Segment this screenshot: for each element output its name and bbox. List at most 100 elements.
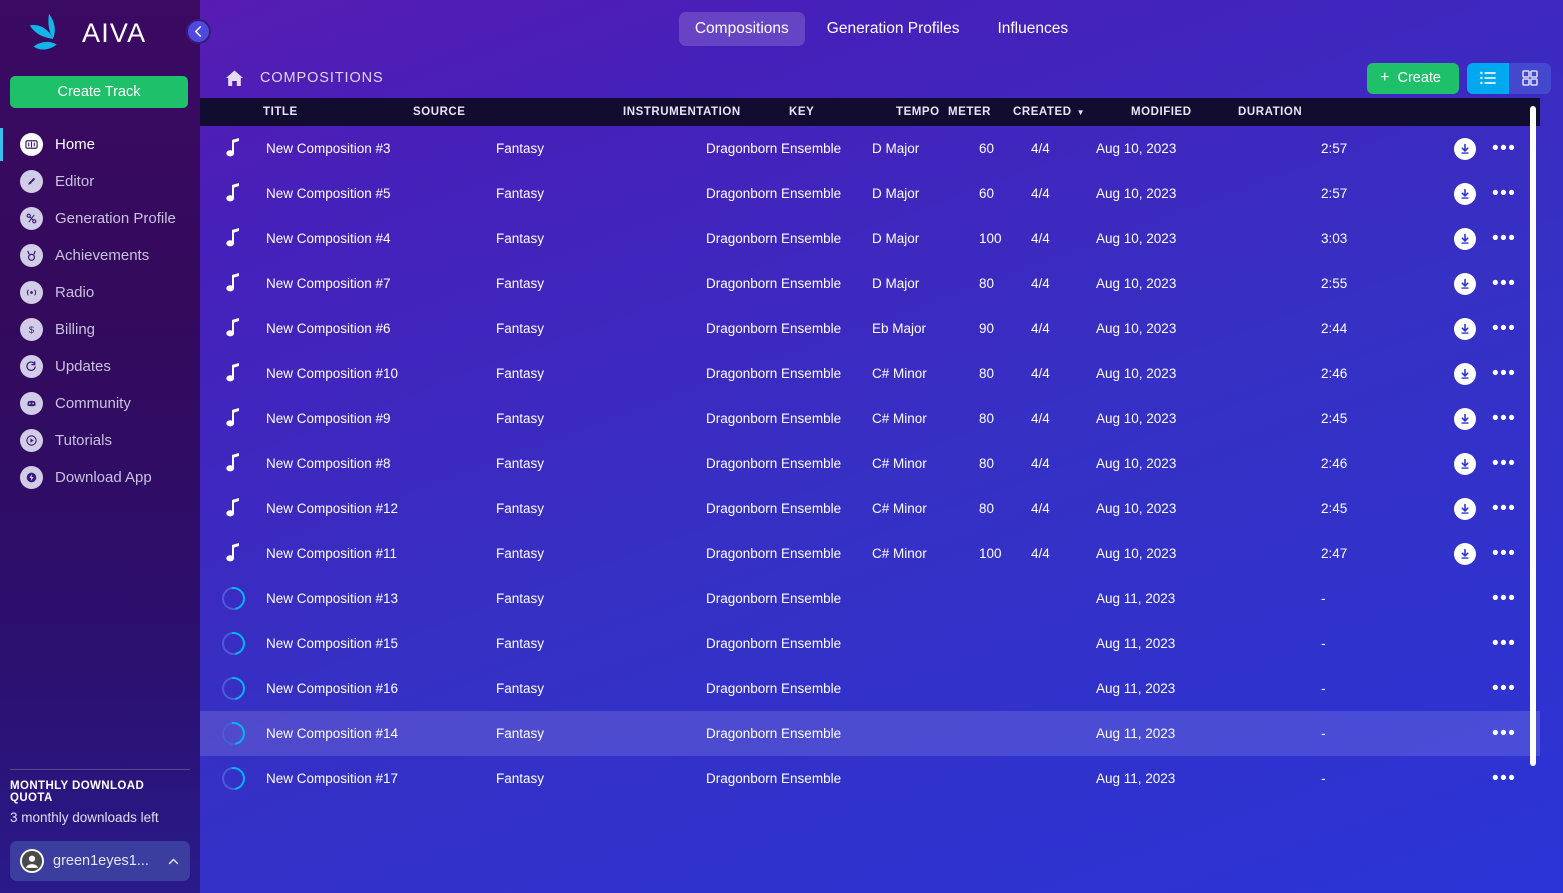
table-row[interactable]: New Composition #16 Fantasy Dragonborn Ens…: [200, 666, 1540, 711]
list-view-icon[interactable]: [1467, 62, 1509, 94]
row-actions: •••: [1451, 137, 1540, 160]
download-button[interactable]: [1454, 182, 1476, 205]
table-row[interactable]: New Composition #5 Fantasy Dragonborn Ense…: [200, 171, 1540, 216]
col-header-key[interactable]: KEY: [789, 106, 896, 118]
col-header-meter[interactable]: METER: [948, 106, 1013, 118]
table-row[interactable]: New Composition #8 Fantasy Dragonborn Ense…: [200, 441, 1540, 486]
table-row[interactable]: New Composition #9 Fantasy Dragonborn Ense…: [200, 396, 1540, 441]
sidebar-item-updates[interactable]: Updates: [0, 348, 200, 385]
row-status-icon: [200, 452, 266, 475]
row-more-menu-button[interactable]: •••: [1492, 319, 1515, 338]
row-source: Fantasy: [496, 546, 545, 561]
row-more-menu-button[interactable]: •••: [1492, 499, 1515, 518]
row-key: D Major: [872, 231, 920, 246]
row-more-menu-button[interactable]: •••: [1492, 589, 1515, 608]
table-row[interactable]: New Composition #4 Fantasy Dragonborn Ense…: [200, 216, 1540, 261]
col-header-instrumentation[interactable]: INSTRUMENTATION: [623, 106, 789, 118]
table-row[interactable]: New Composition #7 Fantasy Dragonborn Ense…: [200, 261, 1540, 306]
row-more-menu-button[interactable]: •••: [1492, 679, 1515, 698]
row-duration: 2:57: [1321, 141, 1348, 156]
sidebar-item-label: Community: [55, 395, 131, 412]
download-button[interactable]: [1454, 137, 1476, 160]
table-row[interactable]: New Composition #13 Fantasy Dragonborn Ens…: [200, 576, 1540, 621]
download-button[interactable]: [1454, 407, 1476, 430]
table-row[interactable]: New Composition #12 Fantasy Dragonborn Ens…: [200, 486, 1540, 531]
row-title: New Composition #5: [266, 186, 391, 201]
table-row[interactable]: New Composition #15 Fantasy Dragonborn Ens…: [200, 621, 1540, 666]
sidebar-item-download-app[interactable]: Download App: [0, 459, 200, 496]
tab-influences[interactable]: Influences: [981, 12, 1084, 46]
sidebar-item-editor[interactable]: Editor: [0, 163, 200, 200]
row-more-menu-button[interactable]: •••: [1492, 769, 1515, 788]
download-button[interactable]: [1454, 452, 1476, 475]
col-header-tempo[interactable]: TEMPO: [896, 106, 948, 118]
col-header-modified[interactable]: MODIFIED: [1131, 106, 1238, 118]
row-more-menu-button[interactable]: •••: [1492, 724, 1515, 743]
table-row[interactable]: New Composition #11 Fantasy Dragonborn Ens…: [200, 531, 1540, 576]
col-header-duration[interactable]: DURATION: [1238, 106, 1368, 118]
download-button[interactable]: [1454, 272, 1476, 295]
table-row[interactable]: New Composition #17 Fantasy Dragonborn Ens…: [200, 756, 1540, 801]
quota-title: MONTHLY DOWNLOAD QUOTA: [10, 780, 145, 804]
row-more-menu-button[interactable]: •••: [1492, 364, 1515, 383]
sidebar-item-tutorials[interactable]: Tutorials: [0, 422, 200, 459]
row-title: New Composition #14: [266, 726, 399, 741]
sidebar-item-community[interactable]: Community: [0, 385, 200, 422]
table-row[interactable]: New Composition #14 Fantasy Dragonborn Ens…: [200, 711, 1540, 756]
create-button-label: Create: [1397, 70, 1441, 86]
tab-generation-profiles[interactable]: Generation Profiles: [811, 12, 976, 46]
account-menu-button[interactable]: green1eyes1...: [10, 841, 190, 881]
row-created: Aug 11, 2023: [1096, 591, 1176, 606]
row-created: Aug 10, 2023: [1096, 546, 1177, 561]
download-button[interactable]: [1454, 362, 1476, 385]
download-button[interactable]: [1454, 497, 1476, 520]
tab-compositions[interactable]: Compositions: [678, 12, 805, 46]
chevron-left-icon[interactable]: [186, 19, 211, 44]
download-button[interactable]: [1454, 227, 1476, 250]
row-more-menu-button[interactable]: •••: [1492, 274, 1515, 293]
row-actions: •••: [1451, 589, 1540, 608]
sidebar-item-home[interactable]: Home: [0, 126, 200, 163]
row-more-menu-button[interactable]: •••: [1492, 184, 1515, 203]
row-more-menu-button[interactable]: •••: [1492, 544, 1515, 563]
row-source: Fantasy: [496, 636, 545, 651]
download-button[interactable]: [1454, 317, 1476, 340]
row-source: Fantasy: [496, 726, 545, 741]
row-tempo: 60: [979, 186, 995, 201]
col-header-title[interactable]: TITLE: [200, 106, 297, 118]
music-note-icon: [225, 317, 241, 340]
row-created: Aug 10, 2023: [1096, 321, 1177, 336]
row-source: Fantasy: [496, 366, 545, 381]
row-duration: 2:46: [1321, 456, 1348, 471]
sidebar-item-achievements[interactable]: Achievements: [0, 237, 200, 274]
sidebar-item-generation-profile[interactable]: Generation Profile: [0, 200, 200, 237]
row-status-icon: [200, 182, 266, 205]
create-track-button[interactable]: Create Track: [10, 76, 188, 108]
row-more-menu-button[interactable]: •••: [1492, 634, 1515, 653]
col-header-source[interactable]: SOURCE: [413, 106, 623, 118]
main-content: Compositions Generation Profiles Influen…: [200, 0, 1563, 893]
grid-view-icon[interactable]: [1509, 63, 1551, 94]
download-button[interactable]: [1454, 542, 1476, 565]
create-button[interactable]: + Create: [1367, 62, 1459, 94]
row-more-menu-button[interactable]: •••: [1492, 409, 1515, 428]
music-note-icon: [225, 407, 241, 430]
row-title: New Composition #4: [266, 231, 391, 246]
row-more-menu-button[interactable]: •••: [1492, 139, 1515, 158]
sort-caret-icon: ▼: [1076, 108, 1086, 117]
table-row[interactable]: New Composition #3 Fantasy Dragonborn Ense…: [200, 126, 1540, 171]
breadcrumb[interactable]: COMPOSITIONS: [224, 68, 384, 89]
row-actions: •••: [1451, 452, 1540, 475]
row-key: D Major: [872, 141, 920, 156]
sidebar-item-billing[interactable]: $ Billing: [0, 311, 200, 348]
table-scrollbar[interactable]: [1530, 106, 1536, 766]
table-row[interactable]: New Composition #6 Fantasy Dragonborn Ense…: [200, 306, 1540, 351]
row-more-menu-button[interactable]: •••: [1492, 454, 1515, 473]
row-instrumentation: Dragonborn Ensemble: [706, 231, 842, 246]
table-row[interactable]: New Composition #10 Fantasy Dragonborn Ens…: [200, 351, 1540, 396]
sidebar-item-radio[interactable]: Radio: [0, 274, 200, 311]
row-status-icon: [200, 137, 266, 160]
row-actions: •••: [1451, 227, 1540, 250]
row-more-menu-button[interactable]: •••: [1492, 229, 1515, 248]
col-header-created[interactable]: CREATED ▼: [1013, 106, 1131, 118]
